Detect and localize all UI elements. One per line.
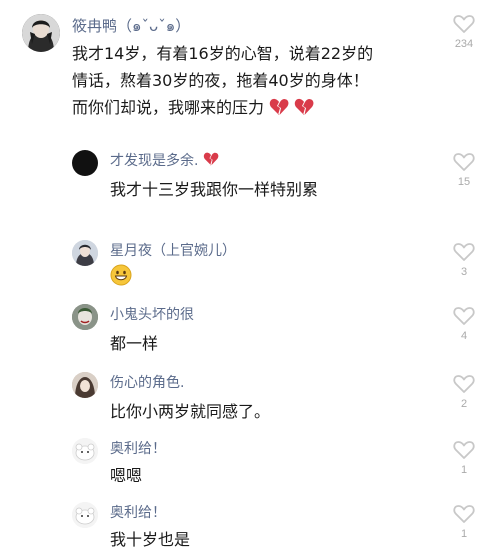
like-count: 1 xyxy=(460,464,468,476)
heart-outline-icon xyxy=(453,15,475,33)
comment-main: 筱冉鸭（๑ˇᴗˇ๑） 我才14岁，有着16岁的心智，说着22岁的 情话，熬着30… xyxy=(0,0,499,130)
grinning-face-icon xyxy=(110,264,132,290)
avatar[interactable] xyxy=(22,14,60,52)
heart-outline-icon xyxy=(453,505,475,523)
reply-username[interactable]: 小鬼头坏的很 xyxy=(110,304,194,324)
comment-text-line-3-text: 而你们却说，我哪来的压力 xyxy=(72,98,265,117)
broken-heart-icon xyxy=(203,152,219,170)
avatar[interactable] xyxy=(72,150,98,176)
reply-username[interactable]: 奥利给！ xyxy=(110,502,166,522)
avatar[interactable] xyxy=(72,240,98,266)
reply-item: 奥利给！ 我十岁也是 1 xyxy=(0,492,499,552)
reply-username[interactable]: 伤心的角色. xyxy=(110,372,184,392)
heart-outline-icon xyxy=(453,153,475,171)
avatar[interactable] xyxy=(72,438,98,464)
reply-text: 我才十三岁我跟你一样特别累 xyxy=(110,180,319,199)
comment-text-line-3: 而你们却说，我哪来的压力 xyxy=(72,94,314,120)
like-button[interactable]: 1 xyxy=(449,440,479,476)
like-count: 4 xyxy=(460,330,468,342)
reply-item: 才发现是多余. 我才十三岁我跟你一样特别累 15 xyxy=(0,140,499,200)
broken-heart-icon xyxy=(294,98,314,120)
like-count: 1 xyxy=(460,528,468,540)
like-count: 15 xyxy=(457,176,471,188)
reply-username[interactable]: 星月夜（上官婉儿） xyxy=(110,240,236,260)
reply-text xyxy=(110,264,132,290)
like-button[interactable]: 234 xyxy=(449,14,479,50)
reply-text: 都一样 xyxy=(110,334,159,353)
comment-text-line-1: 我才14岁，有着16岁的心智，说着22岁的 xyxy=(72,44,374,63)
comment-text-line-2: 情话，熬着30岁的夜，拖着40岁的身体！ xyxy=(72,71,369,90)
like-button[interactable]: 3 xyxy=(449,242,479,278)
reply-username[interactable]: 才发现是多余. xyxy=(110,150,219,170)
reply-text: 嗯嗯 xyxy=(110,466,143,485)
reply-item: 伤心的角色. 比你小两岁就同感了。 2 xyxy=(0,362,499,422)
broken-heart-icon xyxy=(269,98,289,120)
like-count: 234 xyxy=(454,38,474,50)
like-button[interactable]: 15 xyxy=(449,152,479,188)
reply-text: 比你小两岁就同感了。 xyxy=(110,402,271,421)
reply-text: 我十岁也是 xyxy=(110,530,191,549)
heart-outline-icon xyxy=(453,375,475,393)
like-count: 2 xyxy=(460,398,468,410)
like-button[interactable]: 2 xyxy=(449,374,479,410)
avatar[interactable] xyxy=(72,502,98,528)
reply-item: 星月夜（上官婉儿） 3 xyxy=(0,230,499,290)
reply-item: 小鬼头坏的很 都一样 4 xyxy=(0,294,499,354)
reply-username-text: 才发现是多余. xyxy=(110,153,199,169)
comment-username[interactable]: 筱冉鸭（๑ˇᴗˇ๑） xyxy=(72,14,190,38)
heart-outline-icon xyxy=(453,243,475,261)
avatar[interactable] xyxy=(72,372,98,398)
avatar[interactable] xyxy=(72,304,98,330)
reply-username[interactable]: 奥利给！ xyxy=(110,438,166,458)
reply-item: 奥利给！ 嗯嗯 1 xyxy=(0,428,499,488)
heart-outline-icon xyxy=(453,441,475,459)
like-count: 3 xyxy=(460,266,468,278)
like-button[interactable]: 1 xyxy=(449,504,479,540)
like-button[interactable]: 4 xyxy=(449,306,479,342)
heart-outline-icon xyxy=(453,307,475,325)
